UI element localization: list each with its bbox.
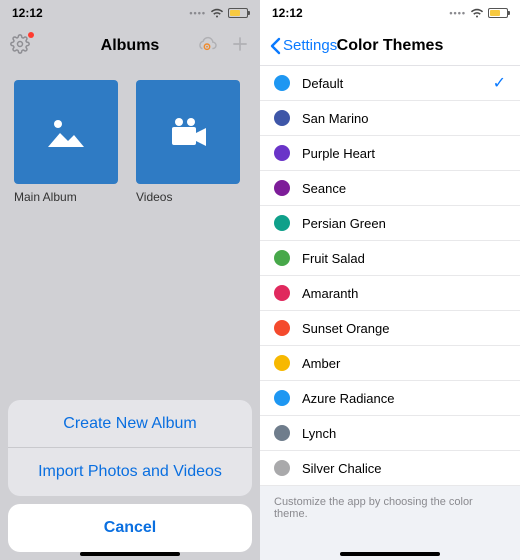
color-themes-screen: 12:12 •••• Settings Color Themes Default… [260,0,520,560]
status-time: 12:12 [272,6,303,20]
theme-row[interactable]: Persian Green [260,206,520,241]
nav-bar: Settings Color Themes [260,26,520,66]
album-label: Videos [136,190,240,204]
action-sheet: Create New Album Import Photos and Video… [8,400,252,552]
color-swatch-icon [274,390,290,406]
battery-icon [228,8,248,18]
add-button[interactable] [230,34,250,59]
cell-signal-icon: •••• [189,8,206,18]
theme-row[interactable]: Amaranth [260,276,520,311]
back-label: Settings [283,37,337,54]
status-bar: 12:12 •••• [0,0,260,26]
album-label: Main Album [14,190,118,204]
footer-note: Customize the app by choosing the color … [260,486,520,560]
theme-list: Default✓ San Marino Purple Heart Seance Pers… [260,66,520,486]
theme-label: Persian Green [302,216,506,231]
battery-icon [488,8,508,18]
plus-icon [230,34,250,54]
wifi-icon [470,8,484,18]
nav-bar: Albums [0,26,260,66]
cloud-icon [196,35,218,53]
home-indicator[interactable] [80,552,180,556]
theme-row[interactable]: Azure Radiance [260,381,520,416]
back-button[interactable]: Settings [270,37,337,55]
theme-label: Sunset Orange [302,321,506,336]
album-thumb [136,80,240,184]
import-media-button[interactable]: Import Photos and Videos [8,448,252,496]
theme-label: Silver Chalice [302,461,506,476]
cancel-button[interactable]: Cancel [8,504,252,552]
theme-label: Amber [302,356,506,371]
theme-label: Fruit Salad [302,251,506,266]
albums-screen: 12:12 •••• Albums [0,0,260,560]
theme-row[interactable]: Sunset Orange [260,311,520,346]
color-swatch-icon [274,75,290,91]
chevron-left-icon [270,37,281,55]
gear-icon [10,34,30,54]
status-time: 12:12 [12,6,43,20]
color-swatch-icon [274,285,290,301]
album-item[interactable]: Main Album [14,80,118,204]
theme-label: San Marino [302,111,506,126]
status-indicators: •••• [449,8,508,18]
action-sheet-group: Create New Album Import Photos and Video… [8,400,252,496]
cell-signal-icon: •••• [449,8,466,18]
theme-row[interactable]: Default✓ [260,66,520,101]
image-icon [46,115,86,149]
theme-row[interactable]: Silver Chalice [260,451,520,486]
theme-label: Purple Heart [302,146,506,161]
theme-row[interactable]: Lynch [260,416,520,451]
notification-dot-icon [28,32,34,38]
albums-grid: Main Album Videos [0,66,260,218]
cloud-sync-button[interactable] [196,35,218,58]
theme-row[interactable]: Amber [260,346,520,381]
color-swatch-icon [274,145,290,161]
theme-label: Azure Radiance [302,391,506,406]
wifi-icon [210,8,224,18]
theme-row[interactable]: Purple Heart [260,136,520,171]
color-swatch-icon [274,180,290,196]
theme-label: Lynch [302,426,506,441]
status-bar: 12:12 •••• [260,0,520,26]
video-icon [168,115,208,149]
color-swatch-icon [274,425,290,441]
settings-button[interactable] [10,34,30,59]
theme-row[interactable]: Seance [260,171,520,206]
status-indicators: •••• [189,8,248,18]
home-indicator[interactable] [340,552,440,556]
album-item[interactable]: Videos [136,80,240,204]
checkmark-icon: ✓ [493,73,506,93]
theme-row[interactable]: San Marino [260,101,520,136]
create-album-button[interactable]: Create New Album [8,400,252,448]
theme-label: Seance [302,181,506,196]
album-thumb [14,80,118,184]
color-swatch-icon [274,460,290,476]
color-swatch-icon [274,355,290,371]
color-swatch-icon [274,215,290,231]
theme-row[interactable]: Fruit Salad [260,241,520,276]
theme-label: Amaranth [302,286,506,301]
color-swatch-icon [274,110,290,126]
color-swatch-icon [274,320,290,336]
theme-label: Default [302,76,493,91]
color-swatch-icon [274,250,290,266]
